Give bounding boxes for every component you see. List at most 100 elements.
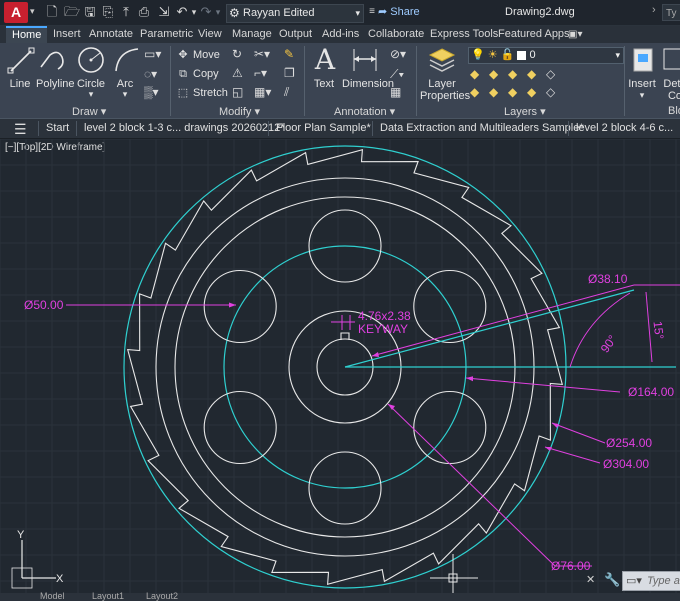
layer-match-icon[interactable]: ◇ [546,67,555,81]
open-folder-icon[interactable]: 🗁 [64,4,80,20]
mirror-icon[interactable]: ⚠ [232,66,243,80]
insert-block-button[interactable]: Insert ▾ [628,45,656,101]
wrench-icon[interactable]: 🔧 [604,572,620,588]
tab-manage[interactable]: Manage [232,26,272,43]
hamburger-menu-icon[interactable]: ☰ [14,121,27,138]
layer-unlock-icon[interactable]: ◆ [527,85,536,99]
file-tab-level2-block4-6[interactable]: level 2 block 4-6 c... [576,122,673,134]
modify-panel-label[interactable]: Modify ▾ [219,105,260,118]
layer-freeze-icon[interactable]: ◆ [508,67,517,81]
tab-parametric[interactable]: Parametric [140,26,193,43]
share-icon: ➦ [378,6,388,18]
web-mobile-icon[interactable]: ⤒ [118,4,134,20]
save-as-icon[interactable]: ⎘ [100,4,116,20]
array-icon[interactable]: ▦▾ [254,85,271,99]
fillet-icon[interactable]: ⌐▾ [254,66,267,80]
hatch-icon[interactable]: ◌▾ [144,67,157,81]
tab-insert[interactable]: Insert [53,26,81,43]
layer-isolate-icon[interactable]: ◆ [489,67,498,81]
tab-featured-apps[interactable]: Featured Apps [498,26,570,43]
ribbon: Line Polyline Circle ▾ Arc ▾ ▭▾ ◌▾ ▒▾ Dr… [0,43,680,119]
plot-icon[interactable]: ⎙ [136,4,152,20]
layers-panel-label[interactable]: Layers ▾ [504,105,546,118]
tab-model[interactable]: Model [40,591,65,601]
share-label: Share [390,6,420,18]
layer-lock-icon[interactable]: ◆ [527,67,536,81]
import-icon[interactable]: ⇲ [156,4,172,20]
multileader-icon[interactable]: ⟋▾ [390,67,404,82]
arc-button[interactable]: Arc ▾ [112,45,139,100]
tab-add-ins[interactable]: Add-ins [322,26,359,43]
circle-icon [78,47,104,73]
tab-home[interactable]: Home [6,26,48,43]
tab-collaborate[interactable]: Collaborate [368,26,424,43]
search-input[interactable]: Ty [662,4,680,21]
rectangle-icon[interactable]: ▭▾ [144,47,161,61]
layer-dropdown[interactable]: 💡 ☀ 🔓 0 ▾ [468,47,624,64]
chevron-down-icon[interactable]: ▾ [76,89,106,100]
divider [568,121,569,136]
circle-button[interactable]: Circle ▾ [76,45,106,100]
layer-copy-icon[interactable]: ◇ [546,85,555,99]
ucs-x-label: X [56,573,64,585]
layer-previous-icon[interactable]: ◆ [489,85,498,99]
file-tab-floor-plan[interactable]: Floor Plan Sample* [276,122,371,134]
dimension-angle-90: 90° [598,332,620,355]
layer-make-current-icon[interactable]: ◆ [470,85,479,99]
copy-icon: ⧉ [179,68,187,80]
workspace-switcher[interactable]: ⚙ Rayyan Edited ▾ [226,4,364,23]
save-icon[interactable]: 🖫 [82,4,98,20]
detect-button[interactable]: Dete Co [660,45,680,102]
tab-view[interactable]: View [198,26,222,43]
stretch-button[interactable]: ⬚ Stretch [176,85,228,101]
insert-block-icon [633,48,653,72]
dimension-button[interactable]: Dimension [342,45,394,90]
table-icon[interactable]: ▦ [390,85,401,99]
scale-icon[interactable]: ◱ [232,85,243,99]
dimension-d304: Ø304.00 [603,457,649,471]
keyway-size-text: 4.76x2.38 [358,309,411,323]
offset-icon[interactable]: ⫽ [284,85,289,100]
leader-icon[interactable]: ⊘▾ [390,47,406,61]
layer-properties-button[interactable]: Layer Properties [420,45,470,102]
trim-icon[interactable]: ✂▾ [254,47,270,61]
drawing-viewport[interactable]: [−][Top][2D Wireframe] Ø50.00 Ø38.10 4.7… [0,139,680,601]
new-file-icon[interactable]: 🗋 [44,4,60,20]
copy-button[interactable]: ⧉ Copy [176,66,219,82]
chevron-down-icon[interactable]: ▾ [628,90,656,101]
erase-icon[interactable]: ✎ [284,47,294,61]
text-button[interactable]: A Text [310,45,338,91]
application-menu-button[interactable]: A [4,2,28,23]
tab-output[interactable]: Output [279,26,312,43]
chevron-down-icon[interactable]: ▾ [30,6,35,17]
search-chevron-icon[interactable]: › [652,4,656,16]
file-tab-data-extraction[interactable]: Data Extraction and Multileaders Sample* [380,122,584,134]
share-button[interactable]: ➦ Share [378,5,420,18]
ribbon-options-icon[interactable]: ▣▾ [568,26,582,43]
block-panel-label[interactable]: Blo [668,105,680,117]
tab-layout1[interactable]: Layout1 [92,591,124,601]
rotate-icon[interactable]: ↻ [232,47,242,61]
file-tab-level2-block1-3[interactable]: level 2 block 1-3 c... drawings 20260212… [84,122,285,134]
close-command-icon[interactable]: ✕ [586,573,595,586]
tab-annotate[interactable]: Annotate [89,26,133,43]
draw-panel-label[interactable]: Draw ▾ [72,105,106,118]
layer-walk-icon[interactable]: ◆ [508,85,517,99]
divider [416,46,417,116]
gradient-icon[interactable]: ▒▾ [144,85,159,99]
chevron-down-icon[interactable]: ▾ [112,89,138,100]
redo-dropdown-icon[interactable]: ▾ [210,4,226,20]
layer-off-icon[interactable]: ◆ [470,67,479,81]
insert-label: Insert [628,78,656,90]
polyline-button[interactable]: Polyline [36,45,75,90]
tab-layout2[interactable]: Layout2 [146,591,178,601]
tab-express-tools[interactable]: Express Tools [430,26,498,43]
ucs-y-label: Y [17,529,25,541]
dimension-d38: Ø38.10 [588,272,628,286]
file-tab-start[interactable]: Start [46,122,69,134]
explode-icon[interactable]: ❐ [284,66,295,80]
line-button[interactable]: Line [6,45,35,90]
annotation-panel-label[interactable]: Annotation ▾ [334,105,395,118]
move-button[interactable]: ✥ Move [176,47,220,63]
command-line-input[interactable]: ▭▾ Type a c [622,571,680,591]
